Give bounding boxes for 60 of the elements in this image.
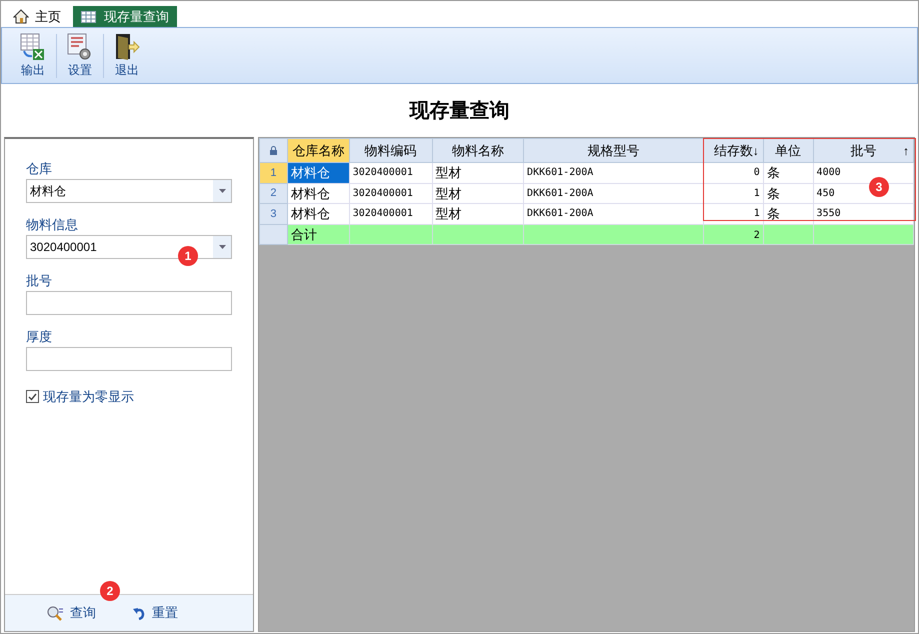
- table-cell: 条: [763, 204, 814, 224]
- sort-indicator: ↓: [752, 142, 759, 160]
- total-value: 2: [754, 230, 760, 242]
- door-exit-icon: [114, 32, 140, 60]
- column-header[interactable]: 仓库名称: [287, 138, 350, 162]
- input-field[interactable]: [26, 347, 232, 371]
- table-cell: 3020400001: [349, 183, 432, 204]
- sort-indicator: ↑: [903, 142, 909, 160]
- row-number[interactable]: 2: [260, 183, 288, 204]
- field-label: 物料信息: [26, 216, 79, 234]
- undo-icon: [132, 606, 146, 620]
- input-field[interactable]: [26, 291, 232, 315]
- tab[interactable]: 主页: [7, 6, 67, 27]
- table-cell: 3550: [813, 204, 914, 224]
- toolbar-button[interactable]: 设置: [57, 28, 103, 83]
- total-label: 合计: [290, 226, 317, 242]
- field-label: 批号: [26, 272, 53, 290]
- combo-box[interactable]: 材料仓: [26, 179, 232, 203]
- settings-icon: [67, 32, 93, 60]
- dropdown-button[interactable]: [213, 236, 231, 258]
- house-icon: [13, 9, 29, 24]
- search-icon: [47, 606, 64, 620]
- column-header[interactable]: 批号 ↑: [813, 138, 914, 162]
- action-button[interactable]: 查询: [47, 603, 96, 623]
- column-header[interactable]: 单位: [763, 138, 814, 162]
- table-cell: 材料仓: [287, 183, 350, 204]
- table-cell: 条: [763, 162, 814, 183]
- table-cell: 3020400001: [349, 204, 432, 224]
- table-cell: 0: [704, 162, 764, 183]
- table-cell: 型材: [432, 183, 524, 204]
- column-header[interactable]: 物料编码: [349, 138, 432, 162]
- table-cell: 材料仓: [287, 204, 350, 224]
- table-cell: 条: [763, 183, 814, 204]
- table-cell: 1: [704, 204, 764, 224]
- table-cell: 型材: [432, 162, 524, 183]
- checkbox[interactable]: [26, 390, 39, 404]
- table-cell: 1: [704, 183, 764, 204]
- caret-icon: [218, 189, 226, 193]
- table-cell: 型材: [432, 204, 524, 224]
- table-cell: 材料仓: [287, 162, 350, 183]
- check-icon: [28, 392, 37, 401]
- action-button[interactable]: 重置: [132, 603, 178, 623]
- toolbar-button[interactable]: 输出: [10, 28, 56, 83]
- page-title: 现存量查询: [410, 98, 510, 124]
- row-number[interactable]: 1: [260, 162, 288, 183]
- column-header[interactable]: 物料名称: [432, 138, 524, 162]
- column-header[interactable]: 结存数↓: [704, 138, 764, 162]
- tab[interactable]: 现存量查询: [73, 6, 177, 27]
- lock-icon: [270, 146, 277, 155]
- field-label: 仓库: [26, 160, 53, 178]
- table-cell: 3020400001: [349, 162, 432, 183]
- column-header[interactable]: 规格型号: [524, 138, 704, 162]
- row-number[interactable]: 3: [260, 204, 288, 224]
- field-label: 厚度: [26, 328, 53, 346]
- grid-icon: [81, 10, 96, 22]
- dropdown-button[interactable]: [213, 180, 231, 202]
- spreadsheet-export-icon: [20, 32, 46, 60]
- caret-icon: [218, 245, 226, 249]
- checkbox-label: 现存量为零显示: [43, 388, 134, 406]
- toolbar-button[interactable]: 退出: [104, 28, 150, 83]
